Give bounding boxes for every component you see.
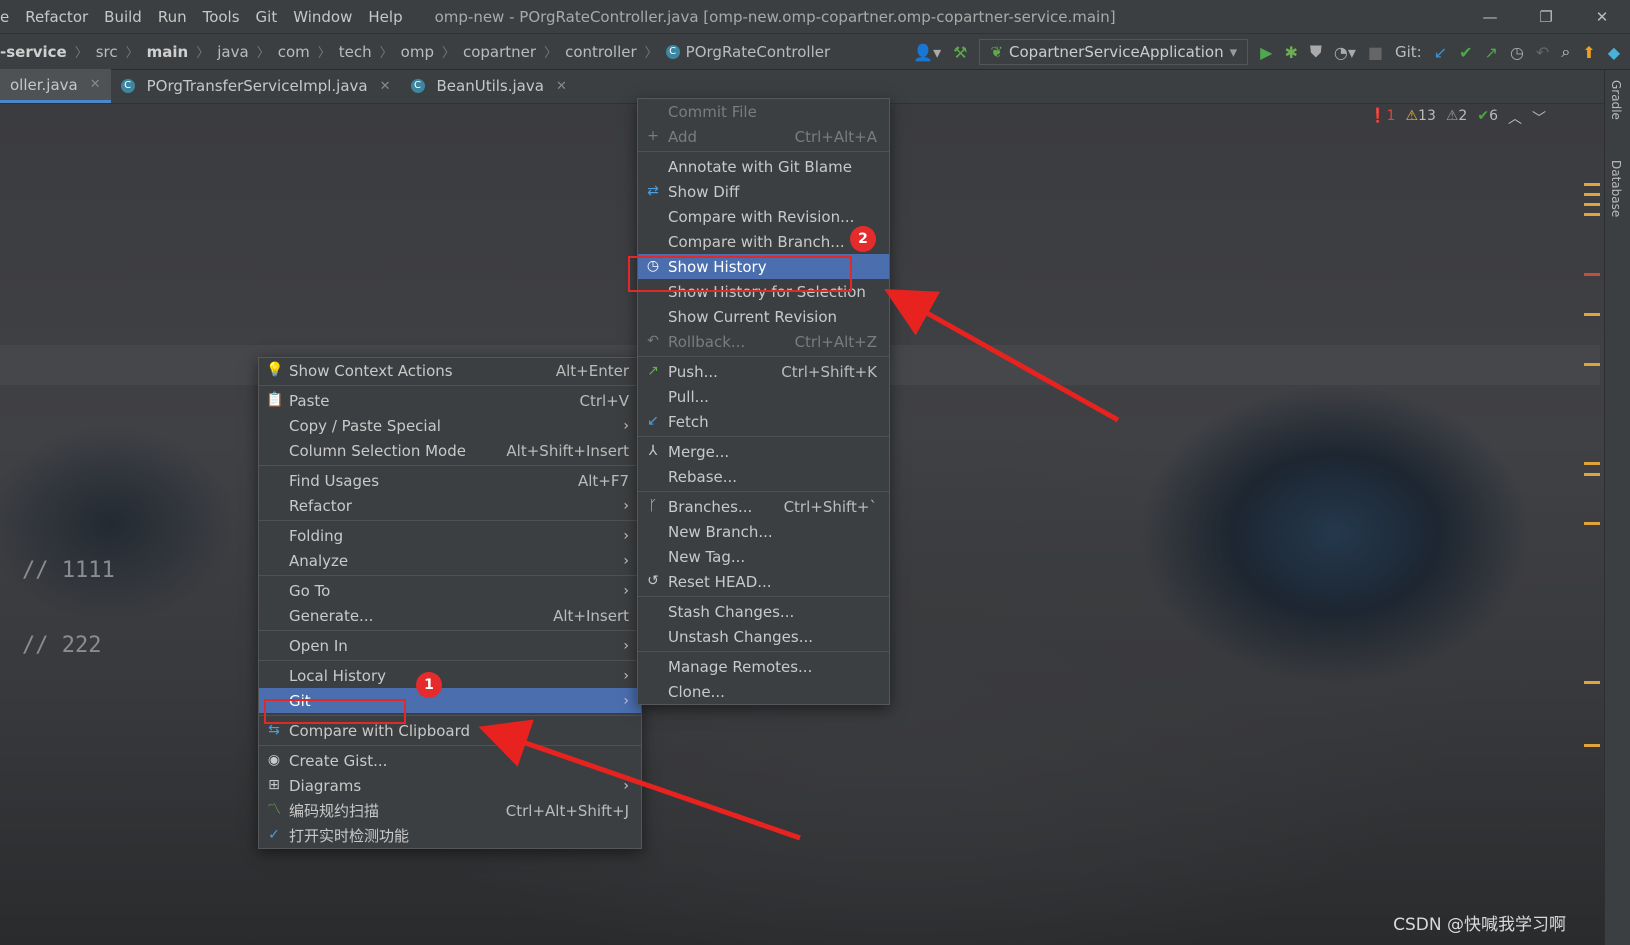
arrow-to-git bbox=[478, 719, 801, 841]
arrow-to-show-history bbox=[884, 289, 1120, 423]
watermark: CSDN @快喊我学习啊 bbox=[1393, 915, 1566, 935]
annotation-arrows bbox=[478, 289, 1120, 841]
